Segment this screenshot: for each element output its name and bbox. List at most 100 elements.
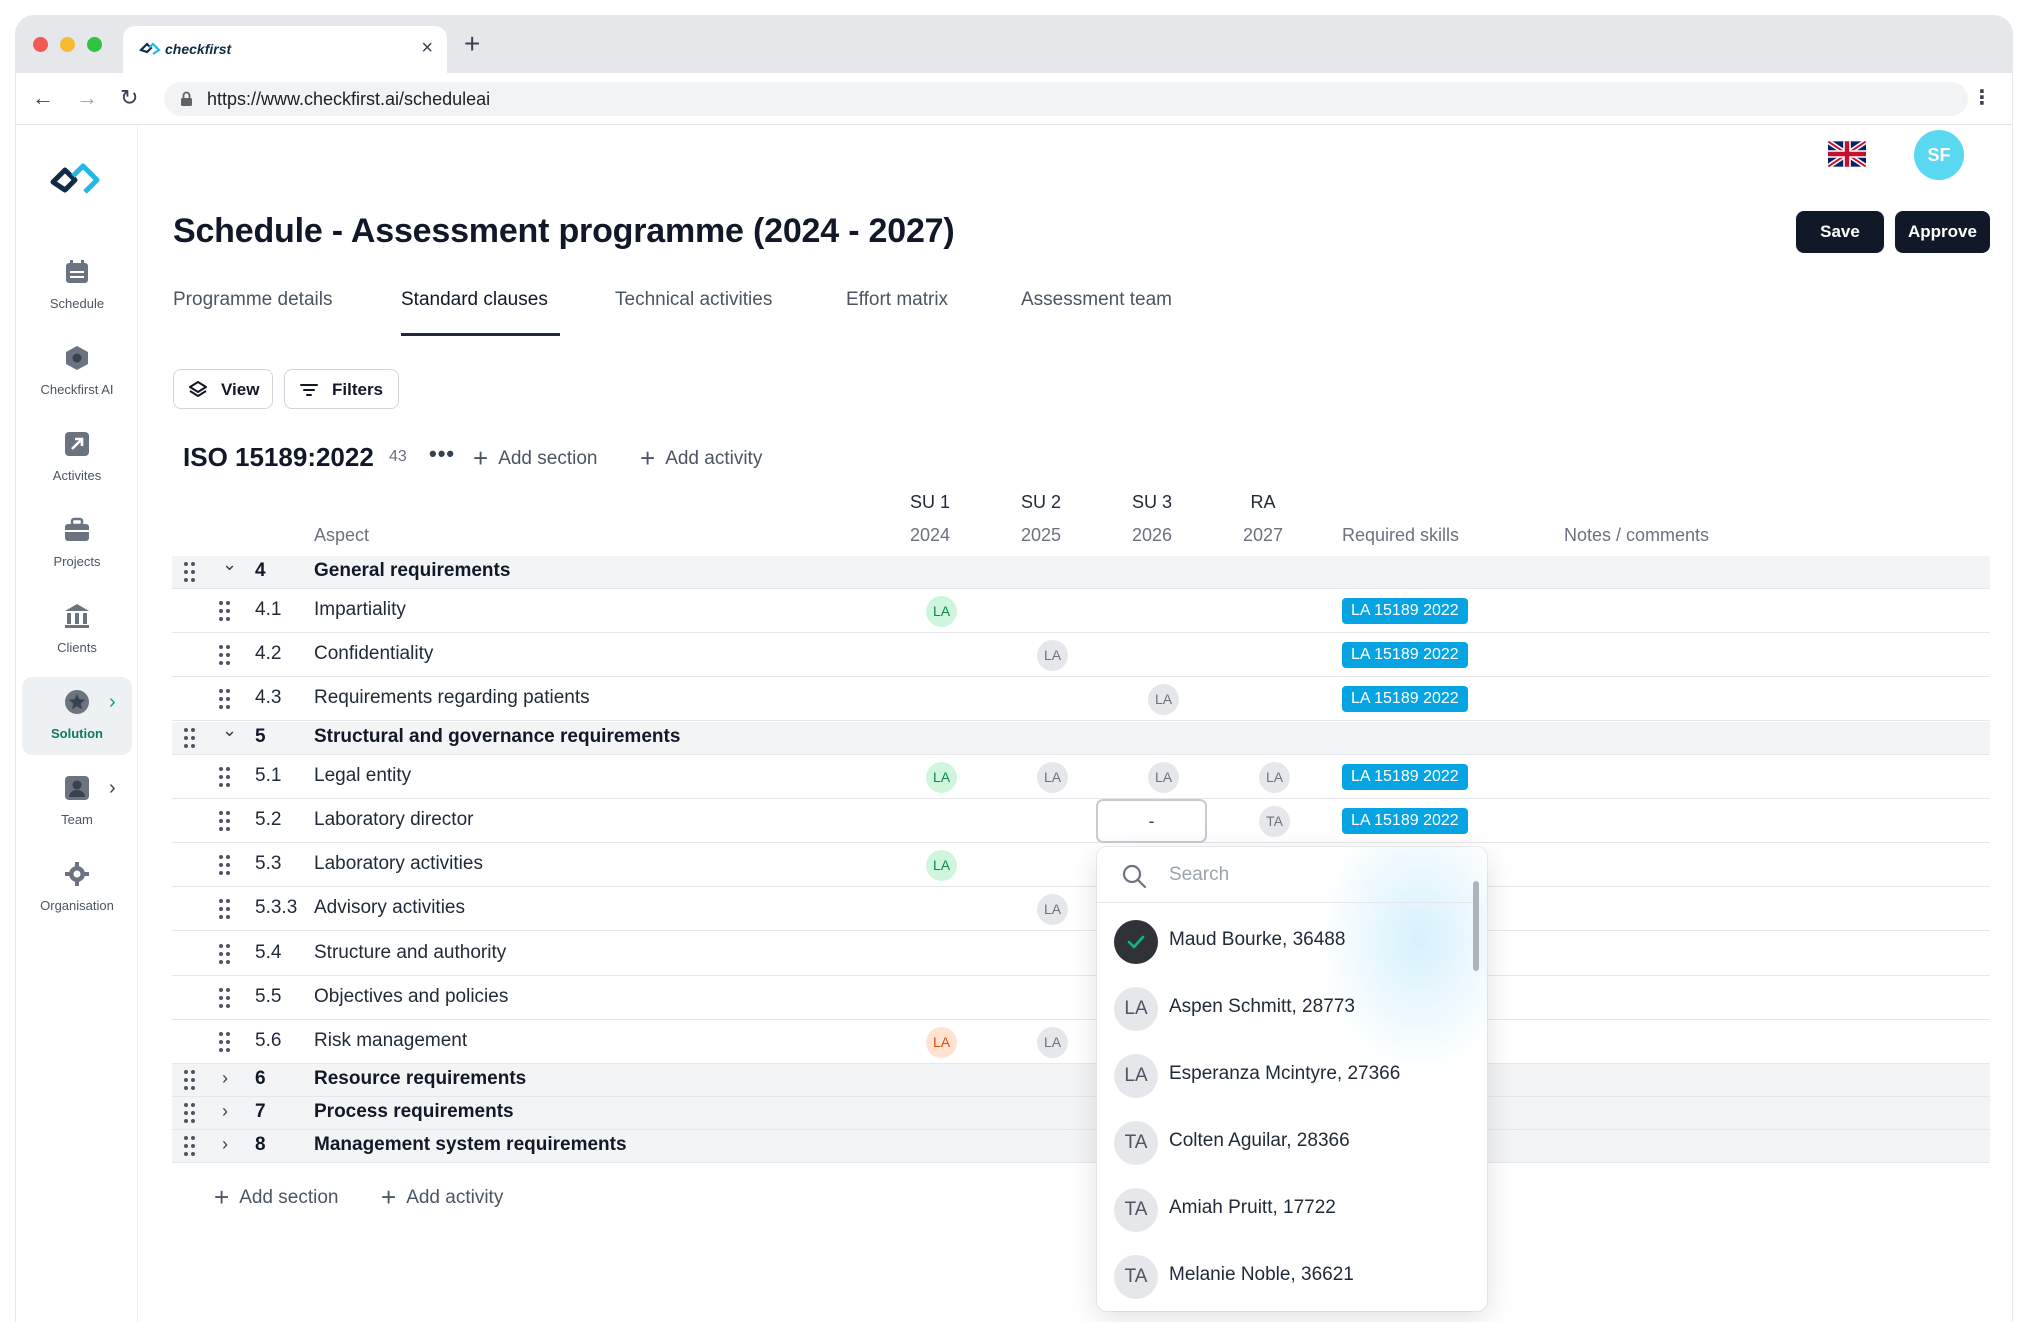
chevron-down-icon[interactable]: ⌄ [222, 720, 237, 741]
browser-tab[interactable]: checkfirst × [123, 26, 447, 73]
checkfirst-logo-icon[interactable] [49, 158, 103, 203]
drag-handle-icon[interactable] [219, 600, 231, 621]
dropdown-option[interactable]: LA Esperanza Mcintyre, 27366 [1097, 1042, 1473, 1109]
drag-handle-icon[interactable] [184, 1070, 196, 1090]
assignee-badge[interactable]: LA [1037, 761, 1068, 793]
dropdown-scrollbar[interactable] [1473, 881, 1479, 971]
drag-handle-icon[interactable] [219, 898, 231, 919]
assignee-badge[interactable]: TA [1259, 805, 1290, 837]
search-input[interactable]: Search [1169, 864, 1229, 886]
forward-arrow-icon[interactable]: → [76, 85, 98, 111]
approve-button[interactable]: Approve [1895, 211, 1990, 253]
assignee-badge[interactable]: LA [926, 761, 957, 793]
assignee-badge[interactable]: LA [1148, 683, 1179, 715]
sidebar-item-organisation[interactable]: Organisation [22, 849, 132, 927]
tab-technical-activities[interactable]: Technical activities [615, 289, 772, 311]
add-section-button[interactable]: + Add section [473, 443, 597, 474]
section-row[interactable]: › 8 Management system requirements [172, 1130, 1990, 1163]
user-avatar[interactable]: SF [1914, 130, 1964, 180]
checkmark-icon [1114, 920, 1158, 964]
sidebar-item-projects[interactable]: Projects [22, 505, 132, 583]
tab-standard-clauses[interactable]: Standard clauses [401, 289, 548, 311]
column-su3: SU 3 [1131, 492, 1173, 512]
url-bar[interactable]: https://www.checkfirst.ai/scheduleai [164, 82, 1968, 116]
minimize-window-button[interactable] [60, 37, 75, 52]
section-row[interactable]: › 7 Process requirements [172, 1097, 1990, 1130]
clause-row[interactable]: 5.5 Objectives and policies [172, 976, 1990, 1020]
add-section-button-bottom[interactable]: + Add section [214, 1182, 338, 1213]
assignee-badge[interactable]: LA [926, 595, 957, 627]
browser-menu-icon[interactable]: ⋮ [1972, 85, 1992, 110]
clause-row[interactable]: 5.2 Laboratory director - TA LA 15189 2022 [172, 798, 1990, 843]
maximize-window-button[interactable] [87, 37, 102, 52]
drag-handle-icon[interactable] [219, 943, 231, 964]
drag-handle-icon[interactable] [219, 810, 231, 831]
add-activity-button[interactable]: + Add activity [640, 443, 762, 474]
clause-number: 8 [255, 1134, 266, 1155]
clause-row[interactable]: 5.3 Laboratory activities LA [172, 843, 1990, 887]
section-row[interactable]: ⌄ 5 Structural and governance requirements [172, 720, 1990, 755]
sidebar-item-schedule[interactable]: Schedule [22, 247, 132, 325]
back-arrow-icon[interactable]: ← [32, 85, 54, 111]
section-row[interactable]: › 6 Resource requirements [172, 1064, 1990, 1097]
chevron-right-icon[interactable]: › [109, 777, 116, 800]
chevron-right-icon[interactable]: › [222, 1068, 228, 1089]
chevron-right-icon[interactable]: › [109, 691, 116, 714]
drag-handle-icon[interactable] [219, 766, 231, 787]
drag-handle-icon[interactable] [184, 1103, 196, 1123]
dropdown-option[interactable]: TA Amiah Pruitt, 17722 [1097, 1176, 1473, 1243]
dropdown-search[interactable]: Search [1097, 847, 1477, 903]
assignee-badge[interactable]: LA [926, 1026, 957, 1058]
more-options-icon[interactable]: ••• [429, 441, 455, 467]
clause-title: Laboratory director [314, 808, 474, 830]
clause-row[interactable]: 4.1 Impartiality LA LA 15189 2022 [172, 589, 1990, 633]
assignee-badge[interactable]: LA [1148, 761, 1179, 793]
dropdown-option[interactable]: TA Colten Aguilar, 28366 [1097, 1109, 1473, 1176]
view-button[interactable]: View [173, 369, 273, 409]
drag-handle-icon[interactable] [219, 854, 231, 875]
reload-icon[interactable]: ↻ [120, 85, 138, 111]
drag-handle-icon[interactable] [219, 987, 231, 1008]
clause-row[interactable]: 5.6 Risk management LA LA [172, 1020, 1990, 1064]
clause-row[interactable]: 4.2 Confidentiality LA LA 15189 2022 [172, 633, 1990, 677]
assignee-badge[interactable]: LA [1037, 893, 1068, 925]
close-window-button[interactable] [33, 37, 48, 52]
assignee-badge[interactable]: LA [1259, 761, 1290, 793]
sidebar-item-activites[interactable]: Activites [22, 419, 132, 497]
clause-row[interactable]: 5.3.3 Advisory activities LA [172, 887, 1990, 931]
sidebar-item-solution[interactable]: › Solution [22, 677, 132, 755]
clause-row[interactable]: 5.1 Legal entity LA LA LA LA LA 15189 2022 [172, 755, 1990, 799]
clause-row[interactable]: 4.3 Requirements regarding patients LA LA 1… [172, 677, 1990, 721]
save-button[interactable]: Save [1796, 211, 1884, 253]
sidebar-item-checkfirst-ai[interactable]: Checkfirst AI [22, 333, 132, 411]
drag-handle-icon[interactable] [184, 1136, 196, 1156]
assignee-badge[interactable]: LA [1037, 639, 1068, 671]
tab-programme-details[interactable]: Programme details [173, 289, 332, 311]
add-activity-button-bottom[interactable]: + Add activity [381, 1182, 503, 1213]
chevron-down-icon[interactable]: ⌄ [222, 554, 237, 575]
drag-handle-icon[interactable] [219, 644, 231, 665]
filters-button[interactable]: Filters [284, 369, 399, 409]
dropdown-option[interactable]: TA Melanie Noble, 36621 [1097, 1243, 1473, 1310]
chevron-right-icon[interactable]: › [222, 1101, 228, 1122]
assignee-badge[interactable]: LA [1037, 1026, 1068, 1058]
dropdown-option[interactable]: Maud Bourke, 36488 [1097, 908, 1473, 975]
uk-flag-icon[interactable] [1828, 140, 1866, 168]
clause-number: 5 [255, 726, 266, 747]
assignee-select[interactable]: - [1096, 798, 1207, 843]
sidebar-item-clients[interactable]: Clients [22, 591, 132, 669]
chevron-right-icon[interactable]: › [222, 1134, 228, 1155]
drag-handle-icon[interactable] [184, 562, 196, 582]
sidebar-item-team[interactable]: › Team [22, 763, 132, 841]
section-row[interactable]: ⌄ 4 General requirements [172, 554, 1990, 589]
new-tab-icon[interactable]: + [464, 30, 480, 58]
dropdown-option[interactable]: LA Aspen Schmitt, 28773 [1097, 975, 1473, 1042]
tab-effort-matrix[interactable]: Effort matrix [846, 289, 948, 311]
drag-handle-icon[interactable] [184, 728, 196, 748]
assignee-badge[interactable]: LA [926, 849, 957, 881]
tab-assessment-team[interactable]: Assessment team [1021, 289, 1172, 311]
clause-row[interactable]: 5.4 Structure and authority [172, 932, 1990, 976]
drag-handle-icon[interactable] [219, 688, 231, 709]
drag-handle-icon[interactable] [219, 1031, 231, 1052]
close-tab-icon[interactable]: × [421, 37, 433, 60]
